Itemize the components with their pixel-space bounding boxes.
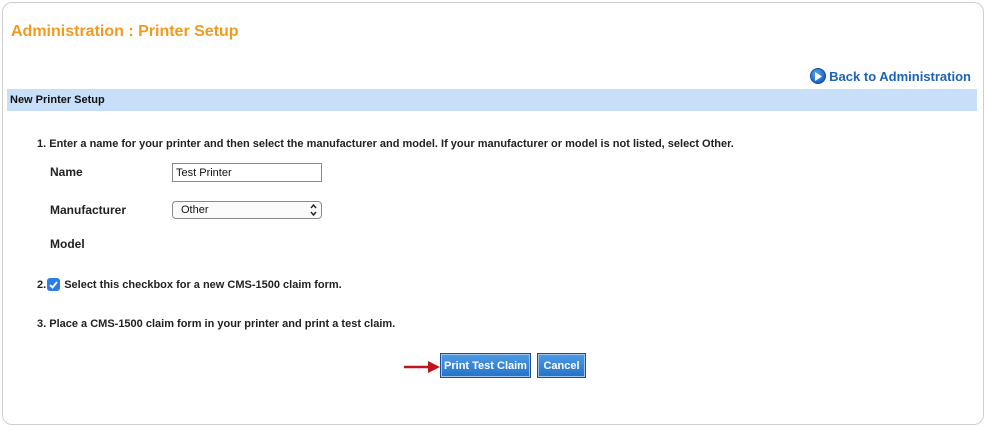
section-header: New Printer Setup	[7, 89, 977, 111]
cms1500-checkbox[interactable]	[47, 278, 61, 291]
manufacturer-select[interactable]: Other	[172, 201, 322, 219]
back-link-label: Back to Administration	[829, 68, 971, 84]
arrow-right-icon	[404, 361, 440, 373]
manufacturer-label: Manufacturer	[50, 203, 127, 217]
name-label: Name	[50, 165, 83, 179]
page-title: Administration : Printer Setup	[11, 23, 239, 40]
model-label: Model	[50, 237, 85, 251]
back-to-administration-link[interactable]: Back to Administration	[810, 68, 971, 84]
cancel-button[interactable]: Cancel	[537, 353, 586, 378]
print-test-claim-button[interactable]: Print Test Claim	[440, 353, 531, 378]
step-2-row: 2. Select this checkbox for a new CMS-15…	[37, 278, 342, 291]
step-3-instruction: 3. Place a CMS-1500 claim form in your p…	[37, 318, 396, 330]
checkmark-icon	[49, 280, 58, 289]
step-1-instruction: 1. Enter a name for your printer and the…	[37, 138, 734, 150]
updown-chevron-icon	[310, 203, 317, 217]
step-2-instruction: Select this checkbox for a new CMS-1500 …	[64, 278, 342, 291]
circle-play-icon	[810, 68, 827, 84]
printer-name-input[interactable]	[172, 163, 322, 182]
manufacturer-selected-value: Other	[181, 204, 209, 216]
step-2-number: 2.	[37, 278, 47, 291]
